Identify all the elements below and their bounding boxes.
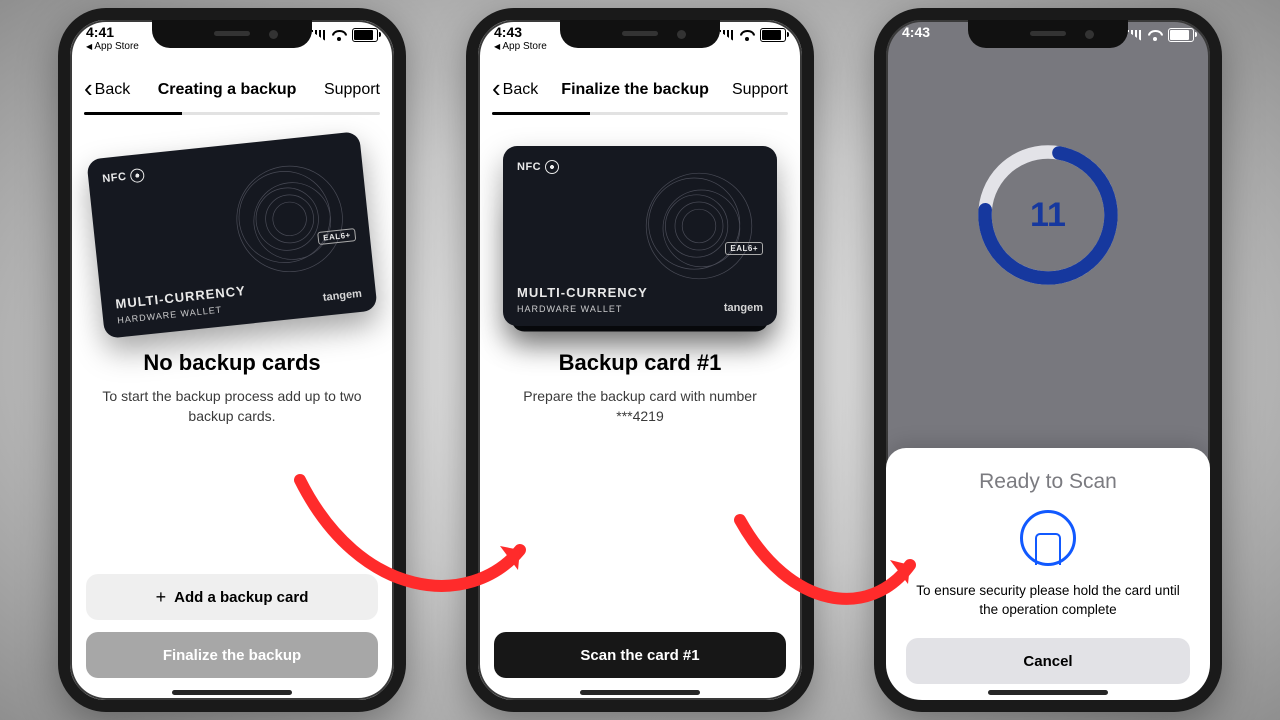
card-brand: tangem — [724, 302, 763, 314]
notch — [152, 20, 312, 48]
card-stack: HARDWARE WALLET tangem NFC MULTI-CURRENC… — [478, 140, 802, 330]
notch — [560, 20, 720, 48]
description: To start the backup process add up to tw… — [96, 386, 368, 427]
button-stack: Scan the card #1 — [494, 632, 786, 678]
scan-card-label: Scan the card #1 — [580, 647, 699, 664]
nfc-phone-icon — [1020, 510, 1076, 566]
add-backup-card-button[interactable]: + Add a backup card — [86, 574, 378, 620]
sheet-description: To ensure security please hold the card … — [906, 582, 1190, 620]
progress-bar — [492, 112, 788, 115]
nav-header: Back Finalize the backup Support — [478, 72, 802, 108]
battery-icon — [760, 28, 786, 42]
nfc-sheet: Ready to Scan To ensure security please … — [886, 448, 1210, 700]
wallet-card-front: NFC MULTI-CURRENCY HARDWARE WALLET EAL6+… — [503, 146, 777, 326]
scan-card-button[interactable]: Scan the card #1 — [494, 632, 786, 678]
phone-finalize-backup: 4:43 App Store Back Finalize the backup … — [466, 8, 814, 712]
wifi-icon — [332, 30, 347, 41]
card-title: MULTI-CURRENCY — [517, 285, 648, 300]
home-indicator[interactable] — [988, 690, 1108, 695]
progress-bar — [84, 112, 380, 115]
finalize-label: Finalize the backup — [163, 647, 301, 664]
finalize-backup-button[interactable]: Finalize the backup — [86, 632, 378, 678]
page-title: Creating a backup — [158, 81, 297, 99]
countdown-number: 11 — [1030, 196, 1066, 235]
home-indicator[interactable] — [172, 690, 292, 695]
battery-icon — [1168, 28, 1194, 42]
sheet-title: Ready to Scan — [906, 470, 1190, 494]
status-return[interactable]: App Store — [494, 41, 547, 53]
signal-icon — [1127, 30, 1143, 41]
cancel-label: Cancel — [1023, 653, 1072, 670]
heading: Backup card #1 — [504, 350, 776, 376]
body-copy: No backup cards To start the backup proc… — [70, 350, 394, 427]
nav-header: Back Creating a backup Support — [70, 72, 394, 108]
add-backup-label: Add a backup card — [174, 589, 308, 606]
status-time: 4:43 — [494, 24, 547, 40]
phone-creating-backup: 4:41 App Store Back Creating a backup Su… — [58, 8, 406, 712]
countdown-ring: 11 — [886, 110, 1210, 320]
cancel-button[interactable]: Cancel — [906, 638, 1190, 684]
battery-icon — [352, 28, 378, 42]
card-brand: tangem — [322, 288, 362, 304]
wallet-card: NFC MULTI-CURRENCY HARDWARE WALLET EAL6+… — [86, 131, 377, 339]
wifi-icon — [740, 30, 755, 41]
back-button[interactable]: Back — [492, 81, 538, 99]
status-time: 4:41 — [86, 24, 139, 40]
page-title: Finalize the backup — [561, 81, 709, 99]
status-return[interactable]: App Store — [86, 41, 139, 53]
plus-icon: + — [156, 587, 167, 608]
heading: No backup cards — [96, 350, 368, 376]
support-link[interactable]: Support — [324, 81, 380, 99]
card-illustration: NFC MULTI-CURRENCY HARDWARE WALLET EAL6+… — [70, 140, 394, 330]
stage: 4:41 App Store Back Creating a backup Su… — [0, 0, 1280, 720]
phone-ready-to-scan: 4:43 11 Ready to Scan To ensure security… — [874, 8, 1222, 712]
body-copy: Backup card #1 Prepare the backup card w… — [478, 350, 802, 427]
button-stack: + Add a backup card Finalize the backup — [86, 574, 378, 678]
swirl-icon — [639, 166, 759, 286]
support-link[interactable]: Support — [732, 81, 788, 99]
card-eal: EAL6+ — [725, 242, 763, 255]
status-time: 4:43 — [902, 24, 930, 40]
card-title: MULTI-CURRENCY — [115, 283, 247, 312]
signal-icon — [311, 30, 327, 41]
card-sub: HARDWARE WALLET — [517, 304, 622, 314]
description: Prepare the backup card with number ***4… — [504, 386, 776, 427]
notch — [968, 20, 1128, 48]
home-indicator[interactable] — [580, 690, 700, 695]
signal-icon — [719, 30, 735, 41]
swirl-icon — [224, 153, 356, 285]
wifi-icon — [1148, 30, 1163, 41]
back-button[interactable]: Back — [84, 81, 130, 99]
